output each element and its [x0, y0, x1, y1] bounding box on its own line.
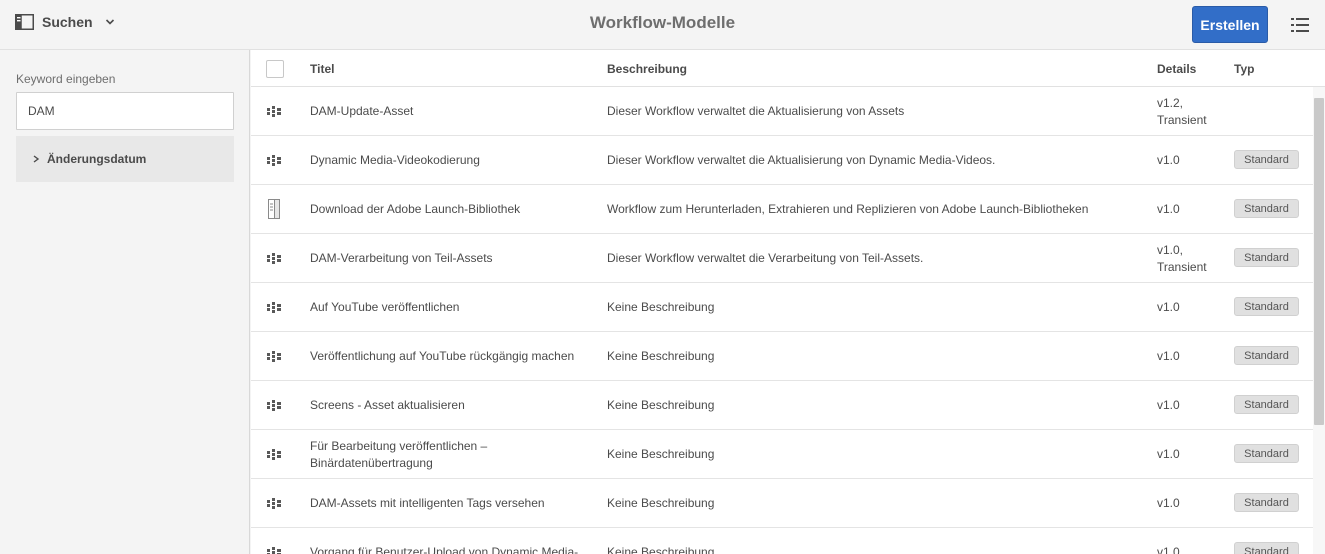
- row-title: Veröffentlichung auf YouTube rückgängig …: [310, 349, 575, 363]
- row-title: Screens - Asset aktualisieren: [310, 398, 465, 412]
- page-title: Workflow-Modelle: [589, 13, 736, 32]
- table-row[interactable]: Veröffentlichung auf YouTube rückgängig …: [251, 332, 1313, 381]
- table-body: DAM-Update-Asset Dieser Workflow verwalte…: [251, 87, 1313, 554]
- table-row[interactable]: DAM-Update-Asset Dieser Workflow verwalte…: [251, 87, 1313, 136]
- row-title: Auf YouTube veröffentlichen: [310, 300, 460, 314]
- type-badge: Standard: [1234, 493, 1299, 512]
- row-description: Keine Beschreibung: [607, 447, 715, 461]
- workflow-model-icon: [267, 155, 281, 166]
- scrollbar[interactable]: [1313, 87, 1325, 554]
- workflow-model-icon: [267, 547, 281, 554]
- type-badge: Standard: [1234, 150, 1299, 169]
- workflow-model-icon: [267, 302, 281, 313]
- row-details: v1.0: [1157, 153, 1180, 167]
- scrollbar-thumb[interactable]: [1314, 98, 1324, 425]
- type-badge: Standard: [1234, 542, 1299, 554]
- workflow-models-table: Titel Beschreibung Details Typ DAM-Updat…: [251, 50, 1325, 554]
- keyword-label: Keyword eingeben: [16, 72, 116, 86]
- table-row[interactable]: Auf YouTube veröffentlichen Keine Beschre…: [251, 283, 1313, 332]
- workflow-model-icon: [267, 106, 281, 117]
- type-badge: Standard: [1234, 199, 1299, 218]
- select-all-checkbox[interactable]: [266, 60, 284, 78]
- row-title: Für Bearbeitung veröffentlichen – Binärd…: [310, 438, 488, 470]
- row-description: Dieser Workflow verwaltet die Verarbeitu…: [607, 251, 924, 265]
- column-header-type[interactable]: Typ: [1234, 62, 1254, 76]
- workflow-model-icon: [267, 449, 281, 460]
- column-header-details[interactable]: Details: [1157, 62, 1196, 76]
- table-row[interactable]: Dynamic Media-Videokodierung Dieser Workf…: [251, 136, 1313, 185]
- rail-toggle-button[interactable]: Suchen: [15, 14, 115, 30]
- row-title: Download der Adobe Launch-Bibliothek: [310, 202, 521, 216]
- row-title: DAM-Verarbeitung von Teil-Assets: [310, 251, 493, 265]
- row-description: Dieser Workflow verwaltet die Aktualisie…: [607, 104, 905, 118]
- create-button[interactable]: Erstellen: [1192, 6, 1268, 43]
- workflow-model-icon: [267, 400, 281, 411]
- chevron-right-icon: [33, 155, 40, 163]
- row-details: v1.0: [1157, 398, 1180, 412]
- column-header-title[interactable]: Titel: [310, 62, 334, 76]
- type-badge: Standard: [1234, 444, 1299, 463]
- sidebar-panel-icon: [15, 14, 34, 30]
- row-title: Dynamic Media-Videokodierung: [310, 153, 480, 167]
- table-row[interactable]: Für Bearbeitung veröffentlichen – Binärd…: [251, 430, 1313, 479]
- row-details: v1.0: [1157, 496, 1180, 510]
- facet-modified-date[interactable]: Änderungsdatum: [16, 136, 234, 182]
- top-bar: Suchen Workflow-Modelle Erstellen: [0, 0, 1325, 50]
- table-row[interactable]: DAM-Assets mit intelligenten Tags verseh…: [251, 479, 1313, 528]
- row-title: DAM-Update-Asset: [310, 104, 414, 118]
- table-row[interactable]: Download der Adobe Launch-Bibliothek Work…: [251, 185, 1313, 234]
- rail-toggle-label: Suchen: [42, 14, 93, 30]
- row-description: Keine Beschreibung: [607, 349, 715, 363]
- keyword-search-input[interactable]: [16, 92, 234, 130]
- type-badge: Standard: [1234, 248, 1299, 267]
- list-view-icon[interactable]: [1291, 16, 1309, 34]
- table-row[interactable]: DAM-Verarbeitung von Teil-Assets Dieser W…: [251, 234, 1313, 283]
- row-details: v1.0: [1157, 300, 1180, 314]
- table-row[interactable]: Screens - Asset aktualisieren Keine Besch…: [251, 381, 1313, 430]
- row-description: Keine Beschreibung: [607, 496, 715, 510]
- row-details: v1.0, Transient: [1157, 242, 1207, 274]
- column-header-description[interactable]: Beschreibung: [607, 62, 687, 76]
- workflow-model-icon: [267, 498, 281, 509]
- row-title: DAM-Assets mit intelligenten Tags verseh…: [310, 496, 545, 510]
- row-description: Dieser Workflow verwaltet die Aktualisie…: [607, 153, 996, 167]
- table-header: Titel Beschreibung Details Typ: [251, 50, 1325, 87]
- facet-label: Änderungsdatum: [47, 152, 147, 166]
- table-row[interactable]: Vorgang für Benutzer-Upload von Dynamic …: [251, 528, 1313, 554]
- row-title: Vorgang für Benutzer-Upload von Dynamic …: [310, 545, 579, 554]
- type-badge: Standard: [1234, 297, 1299, 316]
- type-badge: Standard: [1234, 346, 1299, 365]
- row-details: v1.0: [1157, 202, 1180, 216]
- row-details: v1.0: [1157, 447, 1180, 461]
- chevron-down-icon: [105, 19, 114, 25]
- search-rail: Keyword eingeben Änderungsdatum: [0, 50, 250, 554]
- row-details: v1.0: [1157, 545, 1180, 554]
- row-details: v1.2, Transient: [1157, 95, 1207, 127]
- row-description: Keine Beschreibung: [607, 300, 715, 314]
- type-badge: Standard: [1234, 395, 1299, 414]
- workflow-model-icon: [267, 253, 281, 264]
- row-details: v1.0: [1157, 349, 1180, 363]
- row-description: Workflow zum Herunterladen, Extrahieren …: [607, 202, 1089, 216]
- row-description: Keine Beschreibung: [607, 545, 715, 554]
- document-icon: [268, 199, 280, 219]
- workflow-model-icon: [267, 351, 281, 362]
- row-description: Keine Beschreibung: [607, 398, 715, 412]
